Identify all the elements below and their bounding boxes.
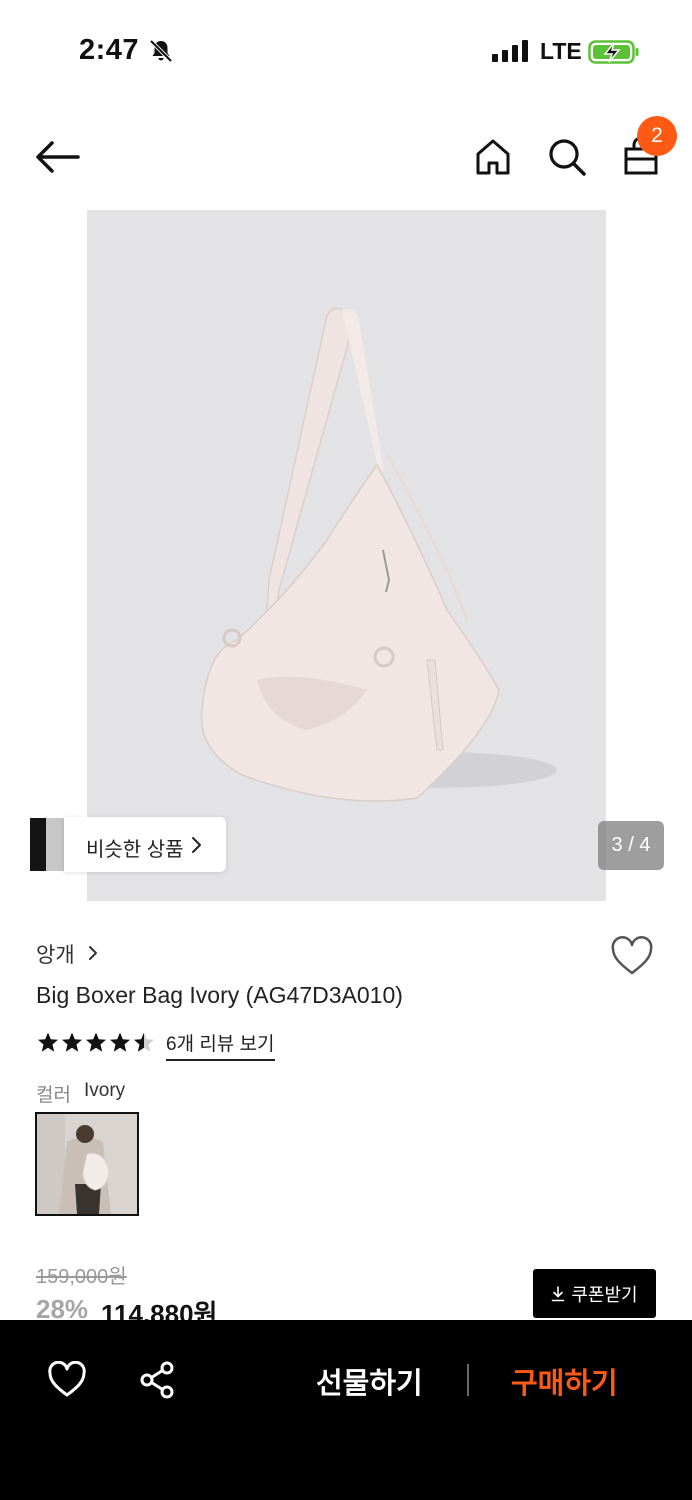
arrow-left-icon[interactable] bbox=[30, 136, 84, 178]
divider bbox=[467, 1364, 469, 1396]
heart-icon[interactable] bbox=[47, 1361, 87, 1399]
chevron-right-icon bbox=[89, 946, 97, 960]
bell-slash-icon bbox=[149, 39, 173, 63]
image-page-indicator: 3 / 4 bbox=[598, 821, 664, 870]
star-rating bbox=[38, 1032, 154, 1052]
battery-charging-icon bbox=[588, 40, 639, 64]
coupon-label: 쿠폰받기 bbox=[571, 1284, 638, 1305]
brand-link[interactable]: 앙개 bbox=[36, 939, 75, 969]
original-price: 159,000원 bbox=[36, 1266, 127, 1288]
color-value: Ivory bbox=[84, 1080, 126, 1101]
product-image[interactable] bbox=[87, 210, 606, 901]
review-link[interactable]: 6개 리뷰 보기 bbox=[166, 1029, 275, 1061]
signal-icon bbox=[492, 40, 528, 62]
heart-icon[interactable] bbox=[610, 936, 654, 978]
chevron-right-icon bbox=[192, 837, 201, 853]
home-icon[interactable] bbox=[470, 134, 516, 180]
network-type: LTE bbox=[540, 38, 582, 64]
model-photo bbox=[37, 1114, 137, 1214]
gift-button[interactable]: 선물하기 bbox=[316, 1360, 423, 1402]
color-label: 컬러 bbox=[36, 1085, 71, 1106]
status-time: 2:47 bbox=[79, 34, 140, 66]
product-name: Big Boxer Bag Ivory (AG47D3A010) bbox=[36, 982, 403, 1008]
coupon-download-button[interactable]: 쿠폰받기 bbox=[533, 1269, 656, 1318]
color-option-thumbnail[interactable] bbox=[35, 1112, 139, 1216]
cart-count-badge: 2 bbox=[637, 116, 677, 156]
similar-products-label: 비슷한 상품 bbox=[86, 839, 184, 861]
buy-button[interactable]: 구매하기 bbox=[511, 1360, 618, 1402]
search-icon[interactable] bbox=[544, 134, 590, 180]
share-icon[interactable] bbox=[138, 1360, 176, 1400]
download-icon bbox=[552, 1285, 565, 1301]
bag-illustration bbox=[200, 307, 557, 802]
bottom-action-bar bbox=[0, 1320, 692, 1500]
